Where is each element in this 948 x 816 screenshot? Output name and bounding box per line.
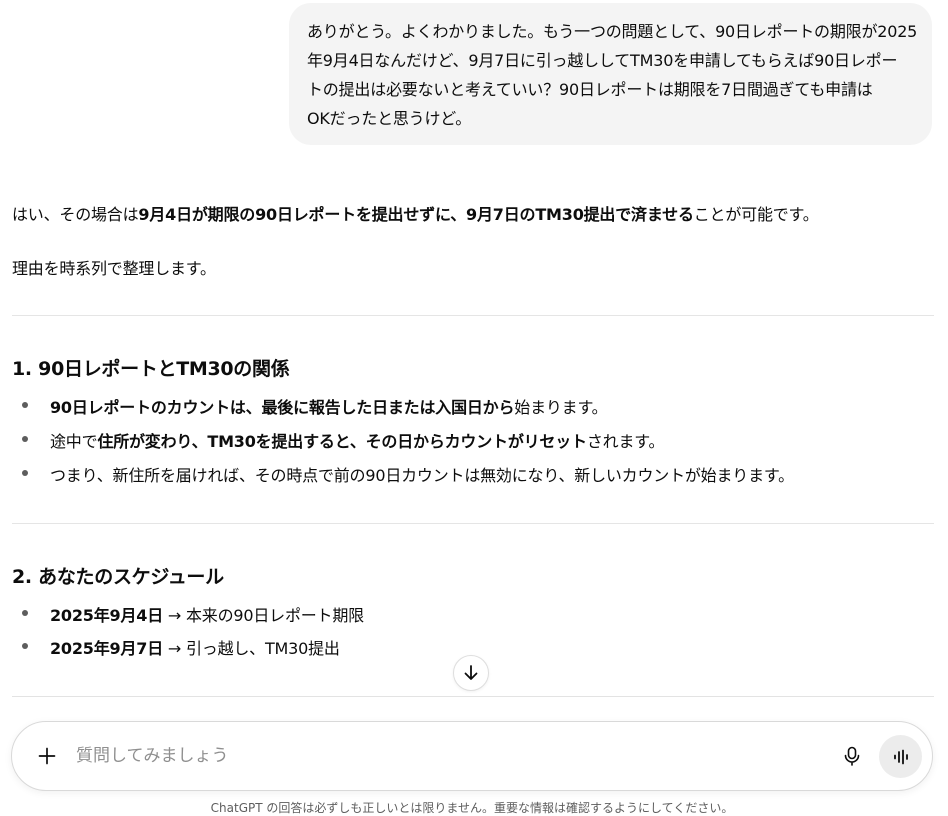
voice-mode-button[interactable] [879, 735, 922, 778]
prompt-input[interactable] [76, 742, 776, 770]
assistant-reason: 理由を時系列で整理します。 [12, 259, 216, 278]
intro-bold: 9月4日が期限の90日レポートを提出せずに、9月7日のTM30提出で済ませる [138, 205, 694, 224]
plus-icon [38, 747, 56, 765]
list-item: 2025年9月7日 → 引っ越し、TM30提出 [22, 635, 340, 659]
list-item-text: → 本来の90日レポート期限 [163, 606, 364, 625]
list-item-text: つまり、新住所を届ければ、その時点で前の90日カウントは無効になり、新しいカウン… [50, 466, 794, 485]
section-heading-1: 1. 90日レポートとTM30の関係 [12, 358, 290, 380]
dictate-button[interactable] [835, 739, 869, 773]
list-item-bold: 住所が変わり、TM30を提出すると、その日からカウントがリセット [97, 432, 587, 451]
attach-button[interactable] [30, 739, 64, 773]
list-item-text: されます。 [586, 432, 665, 451]
user-message-line: 年9月4日なんだけど、9月7日に引っ越ししてTM30を申請してもらえば90日レポ… [307, 51, 898, 70]
intro-text: はい、その場合は [12, 205, 139, 224]
user-message-line: トの提出は必要ないと考えていい？90日レポートは期限を7日間過ぎても申請は [307, 80, 873, 99]
chat-window: ありがとう。よくわかりました。もう一つの問題として、90日レポートの期限が202… [0, 0, 948, 816]
list-item-bold: 90日レポートのカウントは、最後に報告した日または入国日から [50, 398, 515, 417]
user-message-line: OKだったと思うけど。 [307, 109, 472, 128]
arrow-down-icon [464, 665, 478, 680]
voice-waveform-icon [893, 749, 908, 764]
list-item-bold: 2025年9月4日 [50, 606, 163, 625]
content-bottom-divider [12, 696, 934, 697]
list-item: 90日レポートのカウントは、最後に報告した日または入国日から始まります。 [21, 394, 608, 418]
list-item: 途中で住所が変わり、TM30を提出すると、その日からカウントがリセットされます。 [21, 428, 665, 452]
disclaimer-text: ChatGPT の回答は必ずしも正しいとは限りません。重要な情報は確認するように… [210, 801, 734, 815]
intro-text-end: ことが可能です。 [693, 205, 819, 224]
list-item: つまり、新住所を届ければ、その時点で前の90日カウントは無効になり、新しいカウン… [22, 462, 794, 486]
user-message-bubble: ありがとう。よくわかりました。もう一つの問題として、90日レポートの期限が202… [289, 3, 932, 145]
list-item-text: 始まります。 [514, 398, 608, 417]
section-heading-2: 2. あなたのスケジュール [12, 566, 224, 588]
prompt-composer [11, 721, 933, 791]
microphone-icon [844, 746, 860, 766]
list-item-text: 途中で [50, 432, 98, 451]
list-item-text: → 引っ越し、TM30提出 [163, 639, 340, 658]
divider [12, 315, 934, 316]
divider [12, 523, 934, 524]
assistant-intro: はい、その場合は9月4日が期限の90日レポートを提出せずに、9月7日のTM30提… [12, 201, 819, 225]
scroll-to-bottom-button[interactable] [453, 655, 489, 691]
list-item-bold: 2025年9月7日 [50, 639, 163, 658]
list-item: 2025年9月4日 → 本来の90日レポート期限 [22, 602, 364, 626]
user-message-line: ありがとう。よくわかりました。もう一つの問題として、90日レポートの期限が202… [307, 22, 918, 41]
